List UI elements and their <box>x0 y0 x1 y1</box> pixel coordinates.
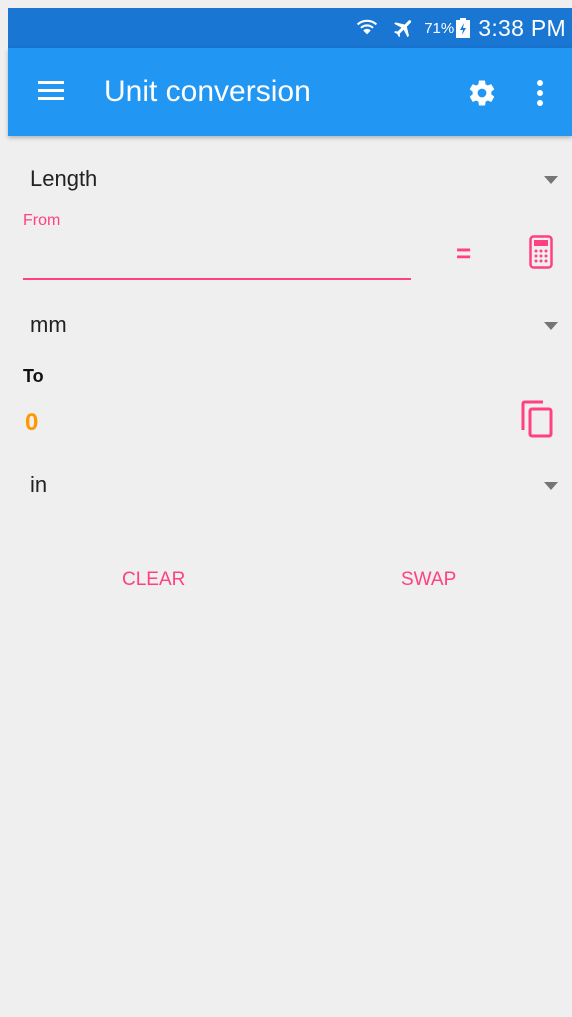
battery-charging-icon <box>456 18 471 38</box>
status-bar: 71% 3:38 PM <box>8 8 572 48</box>
category-selected: Length <box>30 166 98 191</box>
swap-button[interactable]: SWAP <box>393 560 464 600</box>
clear-button[interactable]: CLEAR <box>114 560 193 600</box>
dropdown-arrow-icon <box>544 176 558 184</box>
battery-percentage: 71% <box>424 19 455 37</box>
category-dropdown[interactable]: Length <box>8 156 572 204</box>
calculator-icon[interactable] <box>529 235 553 269</box>
from-label: From <box>23 212 61 229</box>
to-unit-dropdown[interactable]: in <box>8 462 572 510</box>
dropdown-arrow-icon <box>544 482 558 490</box>
wifi-icon <box>357 19 378 35</box>
gear-icon[interactable] <box>467 78 497 108</box>
copy-icon[interactable] <box>519 400 555 438</box>
app-bar: Unit conversion <box>8 48 572 136</box>
status-time: 3:38 PM <box>478 14 566 41</box>
equals-sign: = <box>456 238 472 268</box>
from-unit-selected: mm <box>30 312 67 337</box>
page-title: Unit conversion <box>104 75 311 108</box>
to-label: To <box>23 366 44 386</box>
from-unit-dropdown[interactable]: mm <box>8 302 572 350</box>
more-vert-icon[interactable] <box>532 78 548 108</box>
airplane-mode-icon <box>394 20 412 38</box>
menu-icon[interactable] <box>38 80 64 102</box>
to-unit-selected: in <box>30 472 48 497</box>
result-value: 0 <box>25 409 39 436</box>
dropdown-arrow-icon <box>544 322 558 330</box>
from-input[interactable] <box>23 236 411 280</box>
